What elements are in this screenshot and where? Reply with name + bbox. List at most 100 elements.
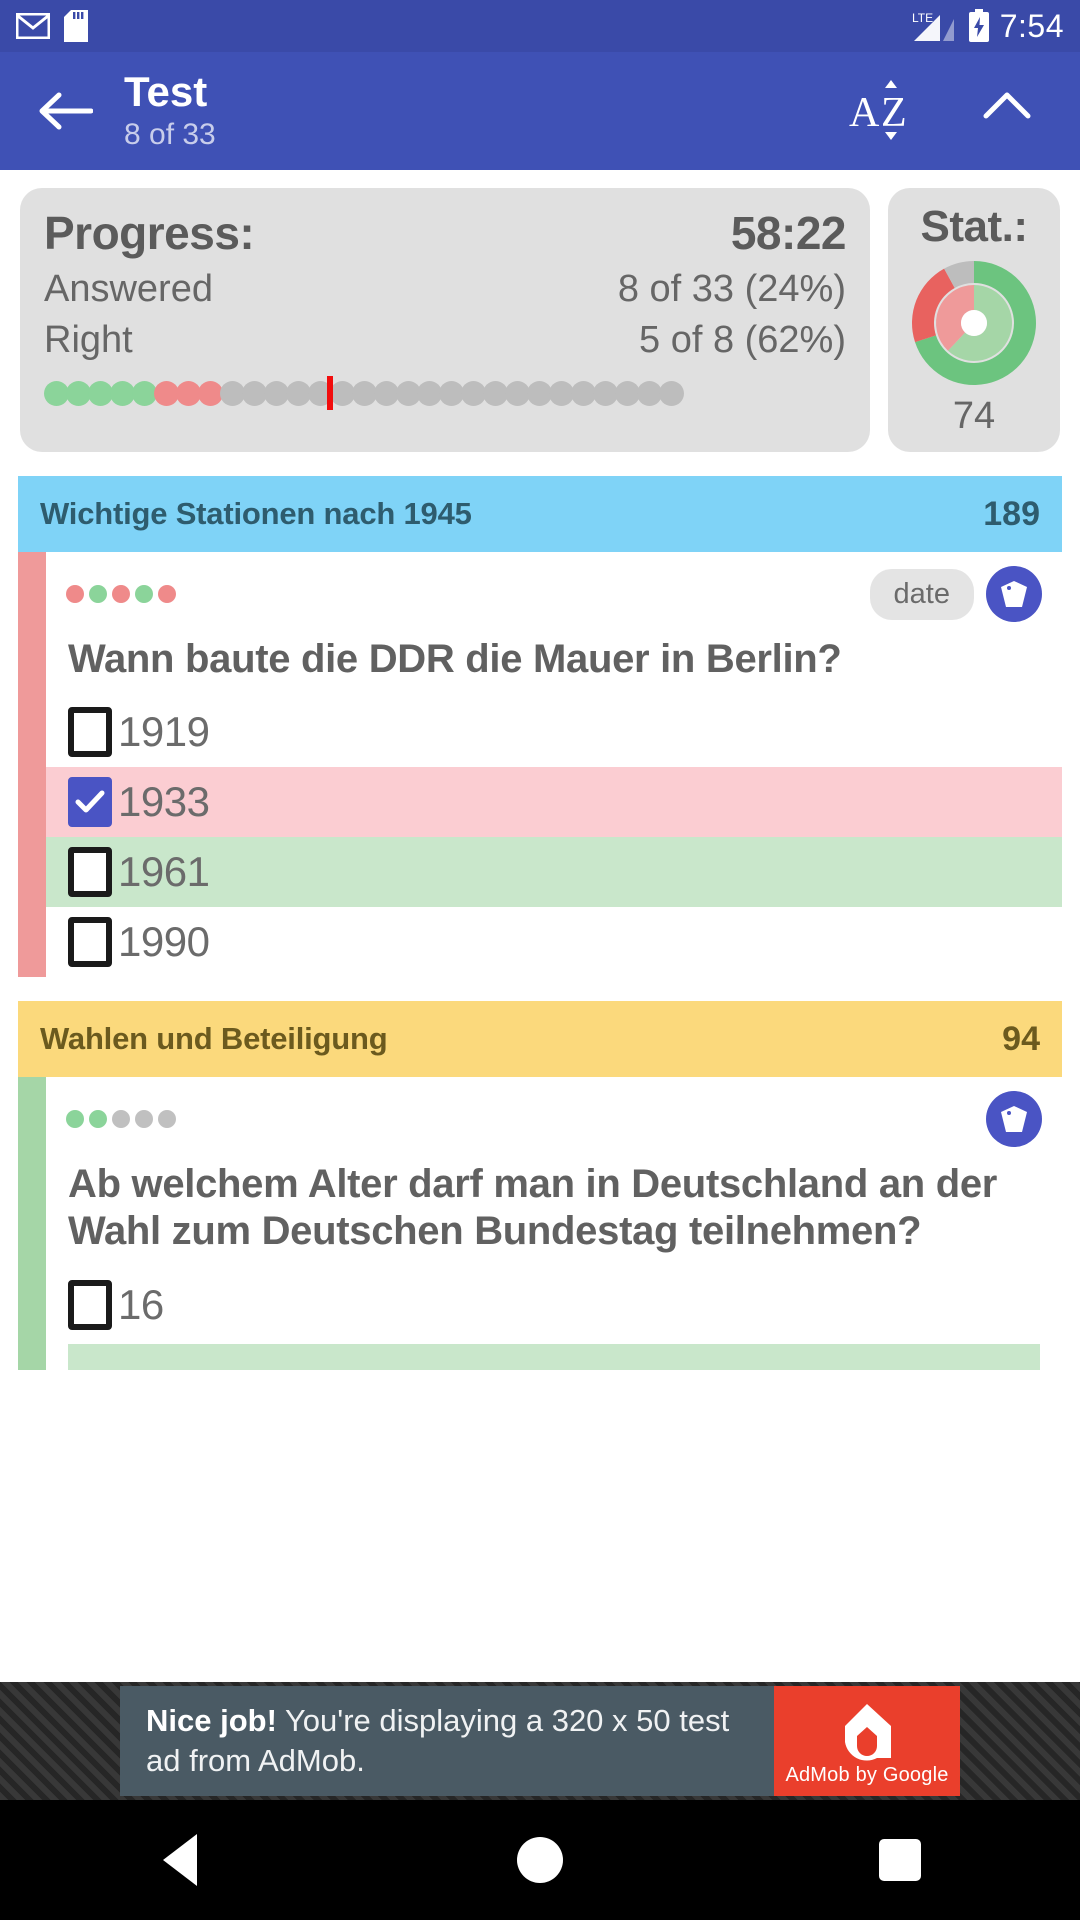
question-meta-actions: date: [869, 566, 1042, 622]
progress-dot[interactable]: [263, 380, 289, 406]
question-meta-row: date: [46, 552, 1062, 628]
nav-back-button[interactable]: [120, 1800, 240, 1920]
answer-label: 1933: [118, 778, 210, 826]
question-main: date Wann baute die DDR die Mauer in Berl…: [46, 552, 1062, 977]
progress-dots-strip[interactable]: [44, 376, 846, 410]
difficulty-dots: [66, 585, 176, 603]
difficulty-dot: [112, 1110, 130, 1129]
donut-center-hole: [961, 310, 987, 336]
answer-option[interactable]: 1961: [46, 837, 1062, 908]
difficulty-dot: [66, 585, 84, 603]
home-circle-icon: [517, 1837, 563, 1883]
question-body: date Wann baute die DDR die Mauer in Berl…: [18, 552, 1062, 978]
answer-option[interactable]: 1990: [46, 907, 1062, 977]
progress-dot[interactable]: [659, 380, 685, 406]
back-button[interactable]: [28, 74, 102, 148]
difficulty-dot: [89, 1110, 107, 1129]
sort-az-button[interactable]: A Z: [846, 75, 926, 147]
status-bar-clock: 7:54: [999, 7, 1064, 44]
difficulty-dots: [66, 1110, 176, 1129]
page-subtitle: 8 of 33: [124, 117, 216, 151]
tag-chip[interactable]: date: [869, 568, 974, 620]
answer-option[interactable]: 16: [46, 1270, 1062, 1340]
gmail-icon: [16, 13, 50, 39]
answer-option[interactable]: 1933: [46, 767, 1062, 838]
progress-dot[interactable]: [351, 380, 377, 406]
progress-dot[interactable]: [285, 380, 311, 406]
question-text: Ab welchem Alter darf man in Deutschland…: [68, 1162, 998, 1254]
stats-row: Progress: 58:22 Answered 8 of 33 (24%) R…: [0, 170, 1080, 452]
category-count: 189: [983, 494, 1040, 533]
right-label: Right: [44, 319, 133, 361]
category-count: 94: [1002, 1019, 1040, 1058]
admob-mark-icon: [845, 1703, 891, 1761]
stat-donut-chart: [909, 258, 1039, 393]
difficulty-dot: [89, 585, 107, 603]
back-triangle-icon: [163, 1834, 197, 1886]
sd-card-icon: [64, 10, 88, 42]
app-screen: LTE 7:54 Test 8 of 33 A Z Progress: 58:2…: [0, 0, 1080, 1920]
question-status-stripe: [18, 1077, 46, 1370]
question-card: Wahlen und Beteiligung 94 Ab welchem Alter…: [18, 1001, 1062, 1370]
android-nav-bar: [0, 1800, 1080, 1920]
answer-label: 1961: [118, 848, 210, 896]
question-meta-actions: [986, 1091, 1042, 1148]
answer-label: 16: [118, 1280, 164, 1328]
answer-checkbox[interactable]: [68, 707, 112, 758]
difficulty-dot: [158, 585, 176, 603]
question-status-stripe: [18, 552, 46, 978]
progress-row-answered: Answered 8 of 33 (24%): [44, 268, 846, 311]
question-main: Ab welchem Alter darf man in Deutschland…: [46, 1077, 1062, 1370]
tag-icon[interactable]: [986, 566, 1042, 622]
tag-icon[interactable]: [986, 1091, 1042, 1148]
status-bar-left-icons: [16, 10, 88, 42]
ad-zone: Nice job! You're displaying a 320 x 50 t…: [0, 1682, 1080, 1800]
chevron-up-icon[interactable]: [980, 84, 1034, 138]
admob-logo: AdMob by Google: [774, 1686, 960, 1796]
admob-caption: AdMob by Google: [785, 1763, 949, 1786]
question-body: Ab welchem Alter darf man in Deutschland…: [18, 1077, 1062, 1370]
answer-label: 1990: [118, 918, 210, 966]
progress-title: Progress:: [44, 207, 255, 259]
ad-banner[interactable]: Nice job! You're displaying a 320 x 50 t…: [120, 1686, 960, 1796]
ad-text: Nice job! You're displaying a 320 x 50 t…: [120, 1686, 774, 1796]
app-bar-titles: Test 8 of 33: [124, 67, 216, 154]
answer-checkbox[interactable]: [68, 1279, 112, 1330]
answer-checkbox[interactable]: [68, 917, 112, 968]
page-title: Test: [124, 67, 208, 115]
answer-checkbox[interactable]: [68, 847, 112, 898]
answer-option-clipped[interactable]: [68, 1343, 1040, 1370]
question-list: Wichtige Stationen nach 1945 189 date Wann …: [0, 476, 1080, 1370]
question-text: Wann baute die DDR die Mauer in Berlin?: [68, 637, 842, 681]
battery-charging-icon: [968, 9, 990, 43]
svg-text:Z: Z: [881, 90, 907, 136]
progress-dot[interactable]: [329, 380, 355, 406]
nav-home-button[interactable]: [480, 1800, 600, 1920]
answer-option[interactable]: 1919: [46, 697, 1062, 767]
stat-title: Stat.:: [920, 202, 1029, 251]
difficulty-dot: [158, 1110, 176, 1129]
category-label: Wichtige Stationen nach 1945: [40, 496, 472, 531]
progress-card: Progress: 58:22 Answered 8 of 33 (24%) R…: [20, 188, 870, 452]
nav-recents-button[interactable]: [840, 1800, 960, 1920]
answered-value: 8 of 33 (24%): [617, 268, 846, 310]
svg-text:LTE: LTE: [912, 11, 933, 25]
difficulty-dot: [66, 1110, 84, 1129]
difficulty-dot: [135, 1110, 153, 1129]
progress-dot[interactable]: [241, 380, 267, 406]
answer-label: 1919: [118, 708, 210, 756]
question-category-header[interactable]: Wichtige Stationen nach 1945 189: [18, 476, 1062, 552]
ad-headline: Nice job!: [146, 1703, 277, 1739]
progress-row-right: Right 5 of 8 (62%): [44, 319, 846, 362]
progress-dot[interactable]: [373, 380, 399, 406]
difficulty-dot: [135, 585, 153, 603]
stat-score: 74: [952, 395, 996, 437]
svg-text:A: A: [849, 90, 880, 136]
content-area: Progress: 58:22 Answered 8 of 33 (24%) R…: [0, 170, 1080, 1370]
question-category-header[interactable]: Wahlen und Beteiligung 94: [18, 1001, 1062, 1078]
current-question-marker: [326, 376, 333, 410]
stat-card: Stat.: 74: [888, 188, 1060, 452]
answer-checkbox[interactable]: [68, 777, 112, 828]
question-meta-row: [46, 1077, 1062, 1153]
progress-card-top: Progress: 58:22: [44, 206, 847, 260]
